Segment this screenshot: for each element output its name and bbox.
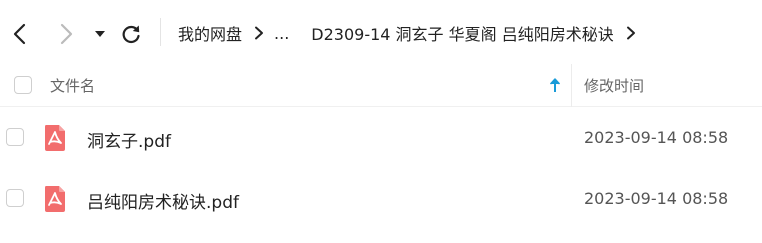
sort-button[interactable] <box>548 75 562 95</box>
toolbar: 我的网盘 ... D2309-14 洞玄子 华夏阁 吕纯阳房术秘诀 <box>0 0 762 64</box>
chevron-right-icon <box>626 26 636 40</box>
select-all-checkbox[interactable] <box>14 76 32 94</box>
table-header: 文件名 修改时间 <box>0 64 762 107</box>
table-row[interactable]: 吕纯阳房术秘诀.pdf 2023-09-14 08:58 <box>0 170 762 228</box>
chevron-left-icon <box>13 23 26 45</box>
chevron-right-icon <box>60 23 73 45</box>
arrow-up-icon <box>549 78 561 92</box>
history-dropdown-button[interactable] <box>90 20 110 48</box>
forward-button[interactable] <box>54 20 78 48</box>
refresh-button[interactable] <box>119 20 143 48</box>
breadcrumb-current[interactable]: D2309-14 洞玄子 华夏阁 吕纯阳房术秘诀 <box>311 21 613 45</box>
pdf-icon <box>45 125 65 151</box>
caret-down-icon <box>95 31 105 37</box>
breadcrumb-root[interactable]: 我的网盘 <box>178 21 242 45</box>
file-name[interactable]: 吕纯阳房术秘诀.pdf <box>87 188 239 213</box>
chevron-right-icon <box>254 26 264 40</box>
column-header-modified[interactable]: 修改时间 <box>584 75 644 96</box>
column-divider[interactable] <box>571 64 572 107</box>
column-header-name[interactable]: 文件名 <box>50 75 95 96</box>
pdf-icon <box>45 186 65 212</box>
file-modified-time: 2023-09-14 08:58 <box>584 128 729 147</box>
row-checkbox[interactable] <box>6 128 24 146</box>
back-button[interactable] <box>8 20 32 48</box>
toolbar-divider <box>160 18 161 46</box>
breadcrumb: 我的网盘 ... D2309-14 洞玄子 华夏阁 吕纯阳房术秘诀 <box>178 20 646 46</box>
refresh-icon <box>122 25 140 44</box>
breadcrumb-ellipsis[interactable]: ... <box>274 24 289 43</box>
file-modified-time: 2023-09-14 08:58 <box>584 189 729 208</box>
row-checkbox[interactable] <box>6 189 24 207</box>
file-name[interactable]: 洞玄子.pdf <box>87 127 171 152</box>
table-row[interactable]: 洞玄子.pdf 2023-09-14 08:58 <box>0 109 762 167</box>
